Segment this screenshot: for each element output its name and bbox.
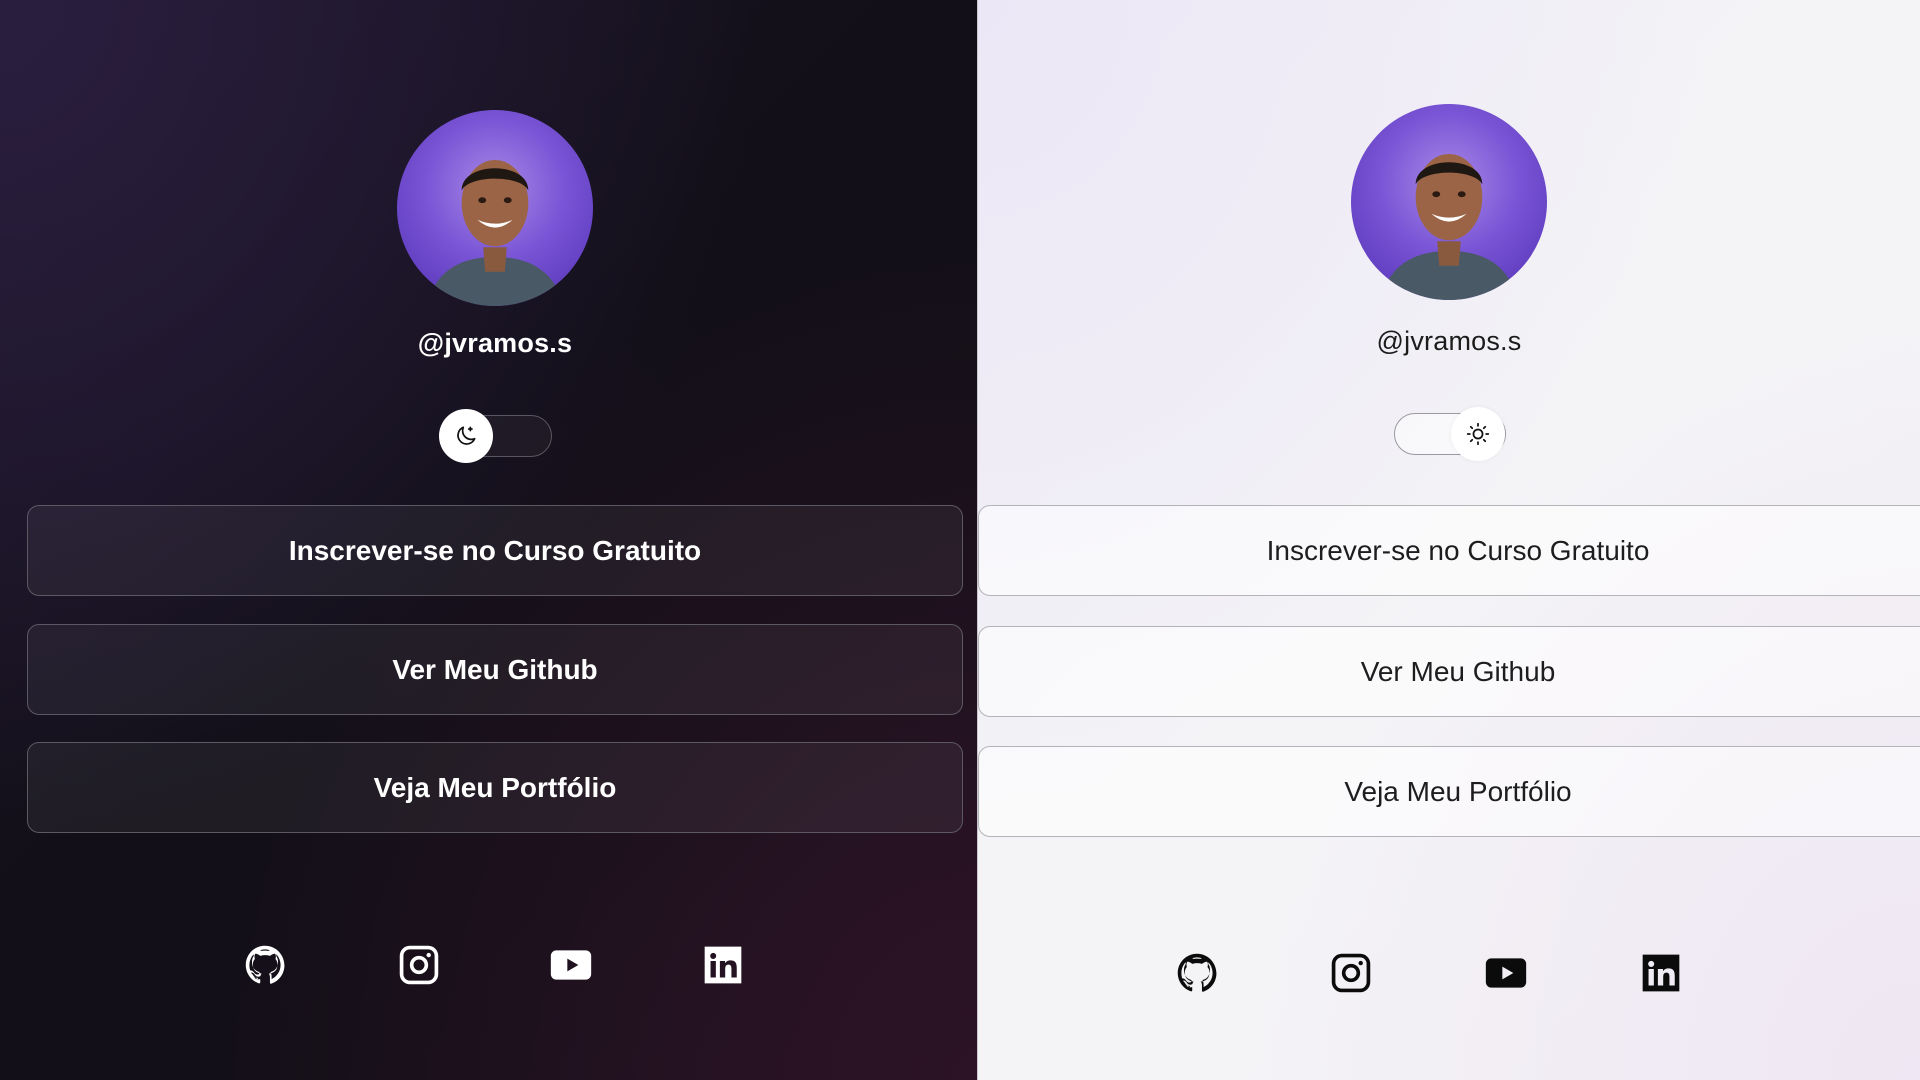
panel-divider — [977, 0, 978, 1080]
profile-avatar — [1351, 104, 1547, 300]
free-course-button[interactable]: Inscrever-se no Curso Gratuito — [978, 505, 1920, 596]
github-icon[interactable] — [1175, 951, 1219, 995]
profile-photo — [426, 159, 564, 306]
moon-icon — [457, 426, 476, 445]
github-icon[interactable] — [243, 943, 287, 987]
toggle-knob[interactable] — [439, 409, 493, 463]
toggle-knob[interactable] — [1451, 407, 1505, 461]
portfolio-button[interactable]: Veja Meu Portfólio — [27, 742, 963, 833]
github-button[interactable]: Ver Meu Github — [27, 624, 963, 715]
profile-avatar — [397, 110, 593, 306]
dark-theme-panel: @jvramos.s Inscrever-se no Curso Gratuit… — [0, 0, 978, 1080]
youtube-icon[interactable] — [549, 943, 593, 987]
linkedin-icon[interactable] — [1639, 951, 1683, 995]
light-theme-panel: @jvramos.s Inscrever-se no Curso Gratuit… — [978, 0, 1920, 1080]
linkedin-icon[interactable] — [701, 943, 745, 987]
profile-handle: @jvramos.s — [1376, 326, 1522, 356]
profile-photo — [1380, 153, 1518, 300]
portfolio-button[interactable]: Veja Meu Portfólio — [978, 746, 1920, 837]
github-button[interactable]: Ver Meu Github — [978, 626, 1920, 717]
sun-icon — [1466, 422, 1490, 446]
instagram-icon[interactable] — [1329, 951, 1373, 995]
theme-toggle[interactable] — [1394, 407, 1506, 461]
free-course-button[interactable]: Inscrever-se no Curso Gratuito — [27, 505, 963, 596]
youtube-icon[interactable] — [1484, 951, 1528, 995]
theme-toggle[interactable] — [439, 409, 552, 463]
instagram-icon[interactable] — [397, 943, 441, 987]
profile-handle: @jvramos.s — [417, 328, 573, 358]
